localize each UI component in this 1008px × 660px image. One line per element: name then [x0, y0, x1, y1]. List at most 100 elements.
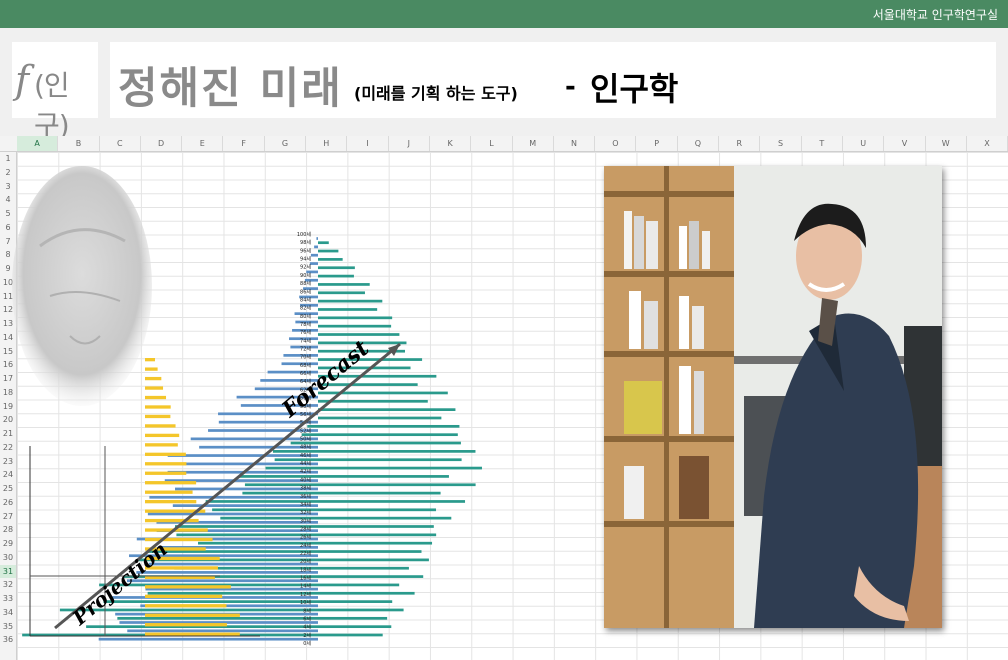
age-label: 12세 [300, 591, 311, 598]
age-label: 0세 [303, 640, 311, 647]
column-header-o[interactable]: O [595, 136, 637, 151]
forecast-bar-left [182, 462, 318, 466]
projection-bar [145, 471, 187, 475]
forecast-bar-right [318, 591, 415, 595]
forecast-bar-left [175, 525, 318, 528]
projection-bar [145, 462, 187, 466]
forecast-bar-right [318, 308, 378, 311]
forecast-bar-right [318, 258, 343, 261]
projection-bar [145, 367, 158, 371]
forecast-bar-left [309, 262, 318, 265]
age-label: 14세 [300, 583, 311, 590]
forecast-bar-left [136, 571, 318, 574]
age-label: 76세 [300, 329, 311, 336]
age-label: 96세 [300, 247, 311, 254]
forecast-bar-right [318, 475, 449, 478]
column-header-r[interactable]: R [719, 136, 761, 151]
age-label: 40세 [300, 476, 311, 483]
forecast-bar-right [318, 525, 434, 528]
forecast-bar-right [318, 324, 392, 328]
age-label: 74세 [300, 337, 311, 344]
age-label: 42세 [300, 468, 311, 475]
forecast-bar-right [318, 274, 354, 278]
forecast-bar-right [318, 625, 392, 629]
forecast-bar-right [318, 550, 422, 553]
age-label: 36세 [300, 493, 311, 500]
forecast-bar-right [318, 416, 442, 420]
title-end: 인구학 [590, 70, 679, 108]
forecast-bar-left [274, 458, 318, 462]
forecast-bar-left [172, 504, 318, 507]
age-label: 46세 [300, 452, 311, 459]
age-label: 70세 [300, 354, 311, 361]
forecast-bar-left [272, 450, 318, 453]
projection-bar [145, 433, 180, 438]
age-label: 90세 [300, 272, 311, 279]
column-header-w[interactable]: W [926, 136, 967, 151]
column-header-u[interactable]: U [843, 136, 885, 151]
forecast-bar-left [98, 637, 318, 641]
column-header-v[interactable]: V [884, 136, 926, 151]
age-label: 78세 [300, 321, 311, 328]
forecast-bar-left [167, 454, 318, 457]
projection-bar [145, 594, 223, 598]
forecast-bar-right [318, 291, 365, 295]
forecast-bar-right [318, 450, 476, 453]
projection-bar [145, 604, 227, 608]
forecast-bar-right [318, 600, 393, 603]
age-label: 10세 [300, 599, 311, 606]
projection-bar [145, 443, 178, 447]
forecast-bar-right [318, 241, 329, 245]
column-header-x[interactable]: X [967, 136, 1008, 151]
population-pyramid-illustration: 100세98세96세 94세92세90세88세86세84세 82세80세78세76세… [12, 166, 482, 647]
org-name: 서울대학교 인구학연구실 [872, 8, 998, 22]
age-label: 8세 [303, 607, 311, 614]
forecast-bar-right [318, 608, 404, 612]
forecast-bar-right [318, 399, 428, 403]
age-label: 50세 [300, 436, 311, 443]
top-bar: 서울대학교 인구학연구실 [0, 0, 1008, 28]
forecast-bar-right [318, 616, 388, 620]
projection-bar [145, 500, 197, 504]
page-title: 정해진 미래 [118, 64, 343, 114]
age-label: 34세 [300, 501, 311, 508]
projection-bar [145, 358, 155, 362]
projection-bar [145, 632, 240, 636]
age-label: 88세 [300, 280, 311, 287]
age-label: 4세 [303, 624, 311, 631]
age-label: 2세 [303, 632, 311, 639]
forecast-bar-right [318, 516, 452, 520]
age-label: 92세 [300, 264, 311, 271]
forecast-bar-left [117, 616, 318, 620]
logo: f (인구) [12, 42, 98, 142]
forecast-bar-right [318, 566, 409, 570]
projection-bar [145, 585, 231, 589]
forecast-bar-right [318, 283, 370, 286]
column-header-p[interactable]: P [637, 136, 678, 151]
column-header-t[interactable]: T [802, 136, 843, 151]
projection-bar [145, 376, 162, 381]
age-label: 52세 [300, 427, 311, 434]
age-label: 86세 [300, 288, 311, 295]
forecast-bar-right [318, 483, 476, 487]
column-header-s[interactable]: S [760, 136, 802, 151]
column-header-q[interactable]: Q [678, 136, 720, 151]
forecast-bar-right [318, 533, 437, 537]
forecast-bar-right [318, 333, 400, 336]
forecast-bar-right [318, 441, 461, 445]
age-label: 32세 [300, 509, 311, 516]
forecast-bar-left [190, 437, 318, 441]
projection-bar [145, 424, 176, 428]
age-label: 6세 [303, 615, 311, 622]
projection-bar [145, 481, 197, 485]
forecast-bar-left [147, 512, 318, 516]
forecast-bar-left [310, 253, 318, 257]
age-label: 24세 [300, 542, 311, 549]
age-label: 48세 [300, 444, 311, 451]
forecast-bar-right [318, 466, 482, 470]
forecast-bar-left [149, 495, 318, 499]
logo-text: (인구) [34, 69, 70, 142]
forecast-bar-right [318, 299, 383, 303]
projection-bar [145, 623, 227, 627]
age-label: 82세 [300, 305, 311, 312]
